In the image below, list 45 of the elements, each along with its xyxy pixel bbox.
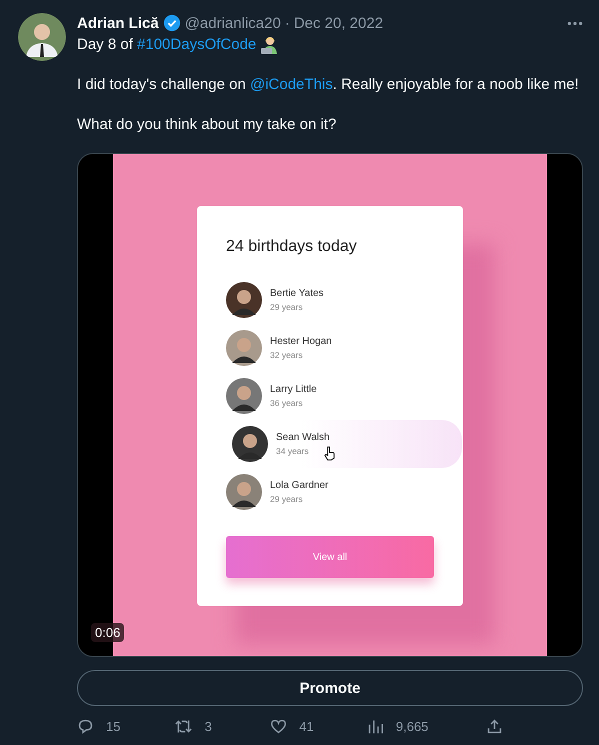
author-name[interactable]: Adrian Lică <box>77 14 159 32</box>
mention-link[interactable]: @iCodeThis <box>250 76 333 93</box>
action-count: 15 <box>106 719 120 734</box>
person-age: 32 years <box>270 350 304 360</box>
person-avatar <box>226 378 262 414</box>
retweet-icon[interactable] <box>174 718 193 735</box>
action-count: 3 <box>204 719 212 734</box>
person-name: Hester Hogan <box>270 336 332 347</box>
tweet-date[interactable]: Dec 20, 2022 <box>294 14 384 32</box>
tweet-text: I did today's challenge on @iCodeThis. Really enjoyable for a noob like me! <box>77 75 580 95</box>
hand-cursor-icon <box>324 446 335 461</box>
person-row[interactable]: Sean Walsh 34 years <box>232 420 462 468</box>
tweet-text: Day 8 of #100DaysOfCode <box>77 35 256 55</box>
bar-chart-icon[interactable] <box>366 718 384 735</box>
person-avatar <box>232 426 268 462</box>
person-age: 29 years <box>270 302 304 312</box>
person-name: Larry Little <box>270 384 317 395</box>
hashtag-link[interactable]: #100DaysOfCode <box>137 36 256 53</box>
video-player[interactable]: 24 birthdays today Bertie Yates 29 years Hester Hogan 32 years Larry Little 36 years Sean Walsh 34 years Lola Gardner 29 years View all 0:06 <box>77 153 583 657</box>
person-age: 36 years <box>270 398 304 408</box>
share-icon[interactable] <box>486 718 504 735</box>
person-row[interactable]: Larry Little 36 years <box>226 372 434 420</box>
heart-icon[interactable] <box>270 718 288 735</box>
action-count: 41 <box>299 719 314 734</box>
person-name: Lola Gardner <box>270 480 328 491</box>
reply-icon[interactable] <box>77 718 94 735</box>
card-title: 24 birthdays today <box>226 238 358 256</box>
person-name: Bertie Yates <box>270 288 324 299</box>
person-avatar <box>226 330 262 366</box>
user-avatar[interactable] <box>18 13 66 61</box>
separator-dot: · <box>284 14 290 32</box>
person-row[interactable]: Lola Gardner 29 years <box>226 468 434 516</box>
author-handle[interactable]: @adrianlica20 <box>184 14 281 32</box>
video-duration: 0:06 <box>91 623 124 642</box>
tweet-text: What do you think about my take on it? <box>77 115 338 135</box>
person-row[interactable]: Bertie Yates 29 years <box>226 276 434 324</box>
person-avatar <box>226 474 262 510</box>
person-avatar <box>226 282 262 318</box>
action-count: 9,665 <box>396 719 428 734</box>
more-options-icon[interactable] <box>567 20 583 26</box>
person-age: 29 years <box>270 494 304 504</box>
person-name: Sean Walsh <box>276 432 330 443</box>
person-age: 34 years <box>276 446 310 456</box>
promote-button[interactable]: Promote <box>77 670 583 706</box>
person-row[interactable]: Hester Hogan 32 years <box>226 324 434 372</box>
